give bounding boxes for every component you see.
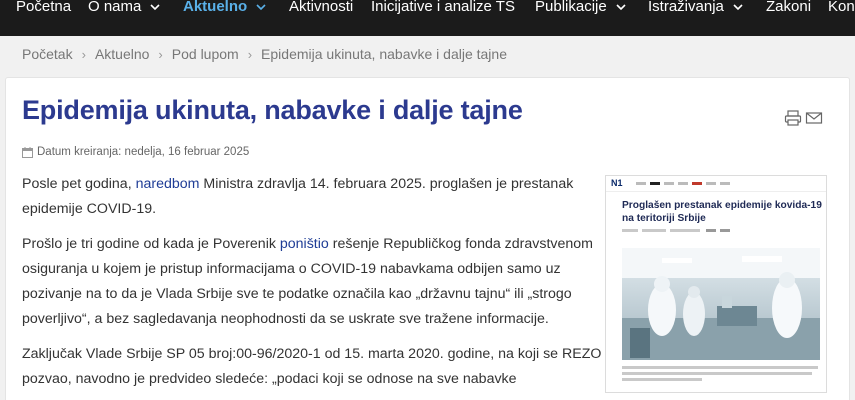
hospital-photo	[622, 248, 820, 360]
calendar-icon	[22, 146, 33, 158]
breadcrumb-separator: ›	[247, 46, 253, 62]
nav-item-zakoni[interactable]: Zakoni	[766, 0, 811, 24]
breadcrumb-link-aktuelno[interactable]: Aktuelno	[95, 46, 149, 62]
chevron-down-icon	[256, 0, 266, 11]
nav-item-o-nama[interactable]: O nama	[88, 0, 160, 24]
breadcrumb-separator: ›	[81, 46, 86, 62]
nav-item-label: Istraživanja	[648, 0, 724, 15]
thumbnail-decoration	[678, 182, 688, 185]
article-body: Posle pet godina, naredbom Ministra zdra…	[22, 172, 602, 400]
caption-line	[622, 366, 818, 369]
article-date: Datum kreiranja: nedelja, 16 februar 202…	[22, 146, 249, 158]
thumbnail-meta	[622, 229, 730, 232]
thumbnail-decoration	[706, 182, 716, 185]
paragraph: Prošlo je tri godine od kada je Povereni…	[22, 232, 602, 332]
n1-logo: N1	[611, 178, 623, 188]
email-icon[interactable]	[805, 109, 823, 127]
chevron-down-icon	[733, 0, 743, 11]
nav-item-pocetna[interactable]: Početna	[16, 0, 71, 24]
breadcrumb-separator: ›	[158, 46, 163, 62]
thumbnail-decoration	[692, 182, 702, 185]
breadcrumb-current: Epidemija ukinuta, nabavke i dalje tajne	[261, 46, 507, 62]
news-screenshot-image: N1 Proglašen prestanak epidemije kovida-…	[605, 175, 827, 393]
breadcrumb: Početak › Aktuelno › Pod lupom › Epidemi…	[22, 44, 507, 64]
date-text: Datum kreiranja: nedelja, 16 februar 202…	[37, 146, 250, 158]
thumbnail-header: N1	[606, 176, 826, 192]
thumbnail-headline: Proglašen prestanak epidemije kovida-19 …	[622, 200, 822, 224]
paragraph: Posle pet godina, naredbom Ministra zdra…	[22, 172, 602, 222]
breadcrumb-link-pod-lupom[interactable]: Pod lupom	[172, 46, 239, 62]
nav-item-label: Aktivnosti	[289, 0, 354, 15]
paragraph: Zaključak Vlade Srbije SP 05 broj:00-96/…	[22, 342, 602, 392]
nav-item-aktuelno[interactable]: Aktuelno	[183, 0, 266, 24]
thumbnail-decoration	[636, 182, 646, 185]
nav-item-label: Početna	[16, 0, 72, 15]
article-tools	[784, 109, 823, 127]
print-icon[interactable]	[784, 109, 802, 127]
chevron-down-icon	[616, 0, 626, 11]
nav-item-kontakt[interactable]: Kon	[828, 0, 855, 24]
breadcrumb-link-pocetak[interactable]: Početak	[22, 46, 73, 62]
link-naredbom[interactable]: naredbom	[136, 176, 200, 192]
paragraph-text: Zaključak Vlade Srbije SP 05 broj:00-96/…	[22, 346, 602, 387]
paragraph-text: Posle pet godina,	[22, 176, 136, 192]
nav-item-label: Aktuelno	[183, 0, 248, 15]
page-title: Epidemija ukinuta, nabavke i dalje tajne	[22, 95, 523, 125]
thumbnail-caption	[622, 366, 818, 384]
chevron-down-icon	[150, 0, 160, 11]
nav-item-label: Kon	[828, 0, 855, 15]
nav-item-inicijative[interactable]: Inicijative i analize TS	[371, 0, 515, 24]
thumbnail-decoration	[664, 182, 674, 185]
nav-item-label: O nama	[88, 0, 142, 15]
nav-item-istrazivanja[interactable]: Istraživanja	[648, 0, 743, 24]
nav-item-label: Inicijative i analize TS	[371, 0, 515, 15]
thumbnail-decoration	[720, 182, 730, 185]
caption-line	[622, 372, 812, 375]
caption-line	[622, 378, 702, 381]
paragraph-text: Prošlo je tri godine od kada je Povereni…	[22, 236, 280, 252]
nav-item-publikacije[interactable]: Publikacije	[535, 0, 626, 24]
nav-item-label: Zakoni	[766, 0, 812, 15]
top-navigation: Početna O nama Aktuelno Aktivnosti Inici…	[0, 0, 855, 36]
nav-item-aktivnosti[interactable]: Aktivnosti	[289, 0, 353, 24]
link-ponistio[interactable]: poništio	[280, 236, 329, 252]
thumbnail-decoration	[650, 182, 660, 185]
nav-item-label: Publikacije	[535, 0, 607, 15]
